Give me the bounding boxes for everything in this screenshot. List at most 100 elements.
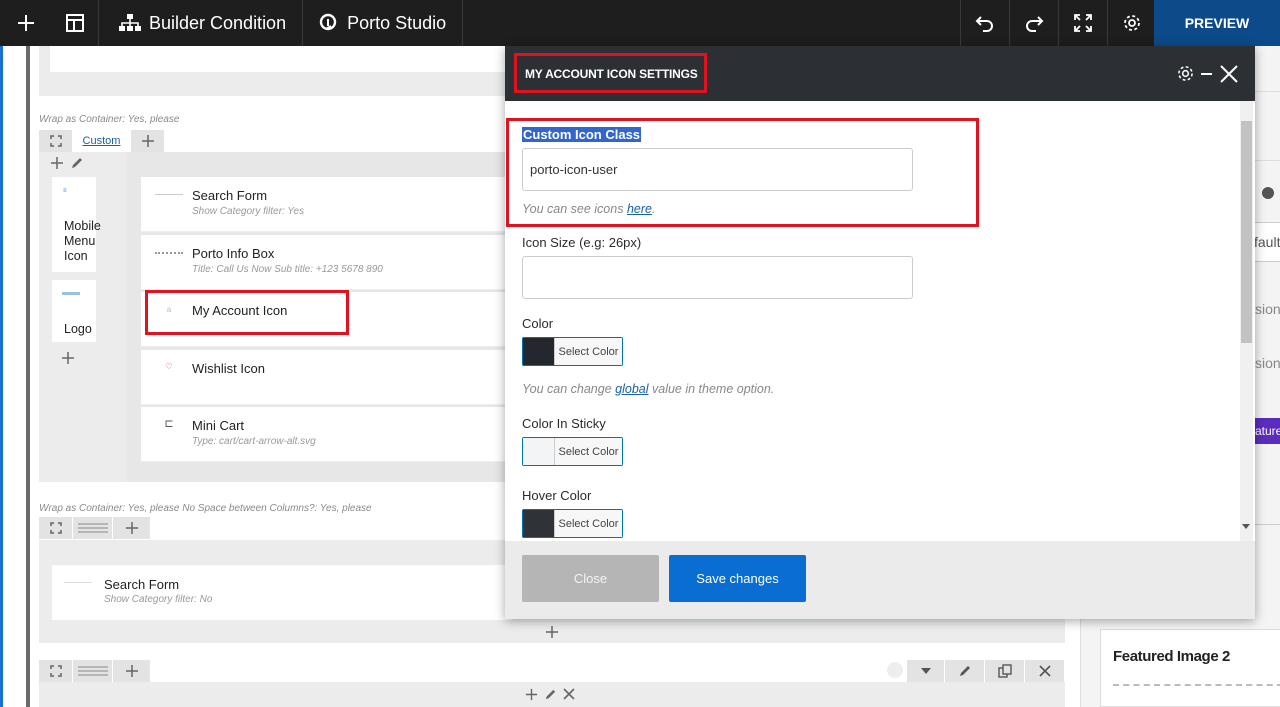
- element-subtitle: Type: cart/cart-arrow-alt.svg: [192, 436, 316, 447]
- status-dot: [887, 662, 903, 678]
- dropdown-button[interactable]: [907, 660, 945, 682]
- pencil-icon: [959, 666, 970, 676]
- porto-studio-icon: [319, 13, 337, 31]
- modal-footer: Close Save changes: [505, 541, 1255, 619]
- panel-divider: [1251, 91, 1280, 161]
- delete-button[interactable]: [1025, 660, 1065, 682]
- add-element-icon[interactable]: [50, 156, 64, 175]
- element-porto-info-box[interactable]: Porto Info Box Title: Call Us Now Sub ti…: [141, 235, 511, 290]
- pencil-icon[interactable]: [544, 688, 557, 701]
- select-color-label: Select Color: [554, 510, 622, 537]
- add-element-button[interactable]: [0, 0, 52, 46]
- expand-icon: [49, 522, 62, 534]
- porto-studio-button[interactable]: Porto Studio: [303, 0, 462, 46]
- toolbar-divider: [462, 0, 464, 46]
- porto-studio-label: Porto Studio: [347, 12, 447, 33]
- element-search-form[interactable]: Search Form Show Category filter: Yes: [141, 177, 511, 232]
- element-subtitle: Title: Call Us Now Sub title: +123 5678 …: [192, 264, 383, 275]
- element-mini-cart[interactable]: ⊏ Mini Cart Type: cart/cart-arrow-alt.sv…: [141, 407, 511, 462]
- preview-button[interactable]: PREVIEW: [1154, 0, 1280, 46]
- pencil-icon: [72, 158, 82, 168]
- logo-thumb: [62, 292, 80, 295]
- element-wishlist-icon[interactable]: ♡ Wishlist Icon: [141, 350, 511, 405]
- fullscreen-button[interactable]: [1059, 0, 1107, 46]
- expand-icon: [1074, 14, 1092, 32]
- modal-close-button[interactable]: [1219, 64, 1239, 89]
- help-prefix: You can change: [522, 382, 616, 396]
- builder-condition-button[interactable]: Builder Condition: [99, 0, 302, 46]
- layout-icon: [66, 14, 84, 32]
- section-controls: [39, 517, 151, 539]
- expand-icon: [49, 135, 62, 147]
- color-label: Color: [522, 316, 554, 331]
- sitemap-icon: [119, 14, 141, 31]
- section-controls: [39, 660, 151, 682]
- gear-icon: [1124, 15, 1140, 31]
- add-element-icon[interactable]: [61, 351, 75, 370]
- redo-button[interactable]: [1010, 0, 1058, 46]
- row-controls: [907, 660, 1065, 682]
- wishlist-thumb: ♡: [165, 362, 173, 371]
- close-icon[interactable]: [563, 688, 575, 700]
- resize-handle[interactable]: [39, 130, 73, 152]
- copy-icon: [997, 664, 1012, 678]
- save-changes-button[interactable]: Save changes: [669, 555, 806, 602]
- duplicate-button[interactable]: [985, 660, 1025, 682]
- add-column-button[interactable]: [113, 660, 151, 682]
- element-search-form-2[interactable]: Search Form Show Category filter: No: [52, 565, 512, 620]
- featured-image-widget[interactable]: Featured Image 2: [1100, 629, 1280, 707]
- settings-button[interactable]: [1108, 0, 1156, 46]
- templates-button[interactable]: [52, 0, 98, 46]
- color-sticky-picker[interactable]: Select Color: [522, 437, 623, 466]
- redo-icon: [1026, 16, 1044, 32]
- global-help-text: You can change global value in theme opt…: [522, 382, 774, 396]
- top-section-content: [50, 46, 530, 72]
- color-picker[interactable]: Select Color: [522, 337, 623, 366]
- element-subtitle: Show Category filter: Yes: [192, 206, 305, 217]
- feature-badge[interactable]: ature: [1253, 418, 1280, 444]
- plus-icon: [62, 352, 74, 364]
- color-swatch: [523, 338, 554, 365]
- scroll-down-arrow[interactable]: [1242, 524, 1250, 529]
- minimize-icon[interactable]: [1201, 73, 1212, 75]
- partial-option-text: sion: [1255, 355, 1280, 371]
- add-column-button[interactable]: [131, 130, 165, 152]
- select-color-label: Select Color: [554, 338, 622, 365]
- undo-button[interactable]: [961, 0, 1009, 46]
- hover-color-picker[interactable]: Select Color: [522, 509, 623, 538]
- edit-column-icon[interactable]: [70, 156, 84, 175]
- logo-element[interactable]: Logo: [52, 280, 96, 342]
- caret-down-icon: [920, 668, 931, 674]
- highlight-my-account-element: [145, 290, 349, 335]
- section-meta: Wrap as Container: Yes, please No Space …: [39, 503, 372, 514]
- modal-scroll-thumb[interactable]: [1241, 121, 1252, 343]
- mobile-menu-label: Mobile Menu Icon: [64, 219, 101, 263]
- panel-divider: [1251, 524, 1280, 554]
- logo-label: Logo: [64, 322, 92, 336]
- plus-icon: [18, 15, 34, 31]
- icon-size-input[interactable]: [522, 256, 913, 299]
- resize-handle[interactable]: [39, 660, 73, 682]
- tab-custom[interactable]: Custom: [73, 130, 131, 152]
- element-title: Wishlist Icon: [192, 361, 265, 376]
- modal-settings-button[interactable]: [1177, 65, 1194, 87]
- global-link[interactable]: global: [615, 382, 648, 396]
- highlight-custom-icon-class: [506, 118, 979, 227]
- search-form-thumb: [64, 582, 92, 583]
- resize-handle[interactable]: [39, 517, 73, 539]
- edit-button[interactable]: [945, 660, 985, 682]
- plus-icon: [546, 626, 558, 638]
- mobile-menu-element[interactable]: ≡ Mobile Menu Icon: [52, 177, 101, 272]
- plus-icon: [141, 135, 154, 147]
- layout-lines-button[interactable]: [73, 517, 113, 539]
- plus-icon[interactable]: [525, 688, 538, 701]
- plus-icon: [125, 665, 138, 677]
- add-element-icon[interactable]: [545, 625, 559, 644]
- search-form-thumb: [155, 194, 183, 204]
- cart-thumb: ⊏: [164, 418, 174, 430]
- layout-lines-button[interactable]: [73, 660, 113, 682]
- close-button[interactable]: Close: [522, 555, 659, 602]
- toggle-knob[interactable]: [1262, 187, 1274, 199]
- icon-size-label: Icon Size (e.g: 26px): [522, 235, 642, 250]
- add-column-button[interactable]: [113, 517, 151, 539]
